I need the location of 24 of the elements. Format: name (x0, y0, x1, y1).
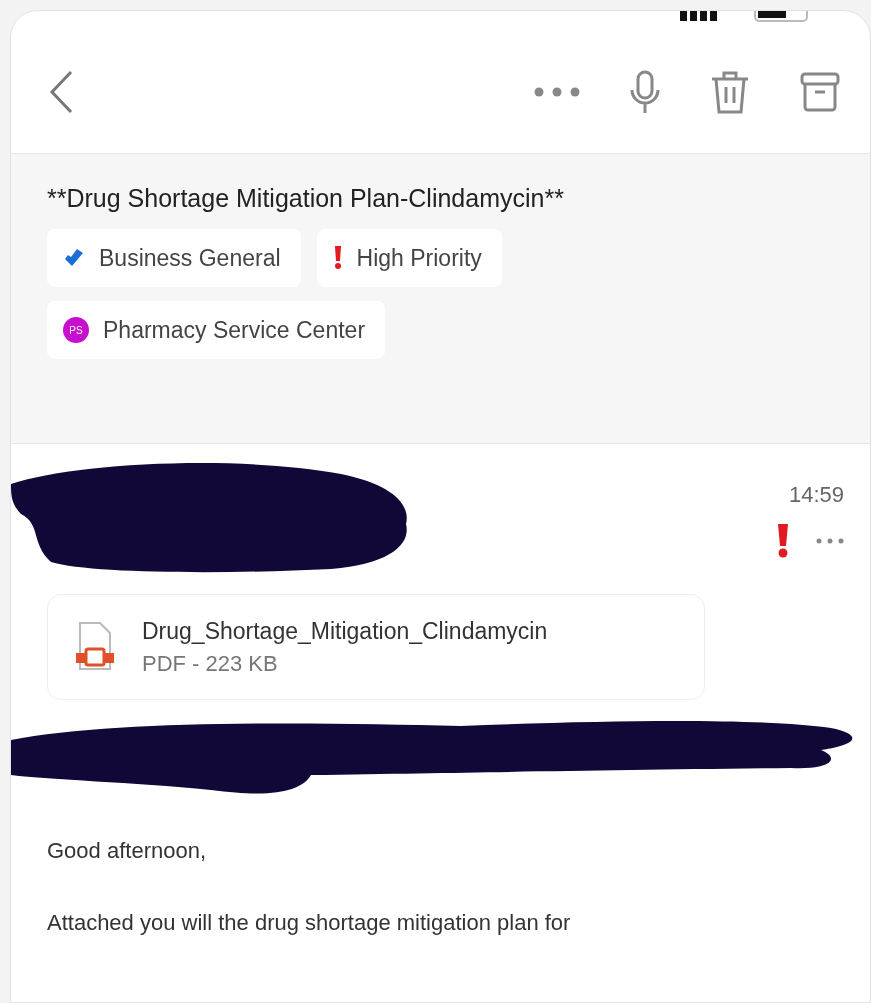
battery-icon (754, 11, 810, 23)
more-icon[interactable] (816, 538, 844, 544)
message-time: 14:59 (788, 482, 844, 508)
tag-label: High Priority (356, 244, 482, 272)
body-text: Good afternoon, (47, 840, 207, 862)
email-tag[interactable]: Business General (47, 229, 301, 287)
trash-icon[interactable] (710, 70, 750, 114)
group-avatar: PS (63, 317, 89, 343)
email-tag[interactable]: PS Pharmacy Service Center (47, 301, 386, 359)
tag-label: Business General (99, 244, 281, 272)
tag-label: Pharmacy Service Center (103, 316, 366, 344)
back-icon[interactable] (49, 70, 73, 114)
exclamation-icon (332, 246, 343, 270)
attachment-name: Drug_Shortage_Mitigation_Clindamycin (142, 617, 548, 645)
body-text: Attached you will the drug shortage mitigation plan for (47, 912, 572, 934)
email-tag[interactable]: High Priority (316, 229, 502, 287)
archive-icon[interactable] (800, 72, 840, 112)
more-icon[interactable] (534, 87, 580, 97)
attachment-card[interactable]: Drug_Shortage_Mitigation_Clindamycin PDF - 223 KB (47, 594, 705, 700)
attachment-size: PDF - 223 KB (142, 650, 279, 677)
email-subject: **Drug Shortage Mitigation Plan-Clindamycin** (47, 184, 565, 213)
pdf-file-icon (74, 621, 116, 673)
microphone-icon[interactable] (630, 70, 660, 114)
signal-icon (680, 11, 720, 21)
